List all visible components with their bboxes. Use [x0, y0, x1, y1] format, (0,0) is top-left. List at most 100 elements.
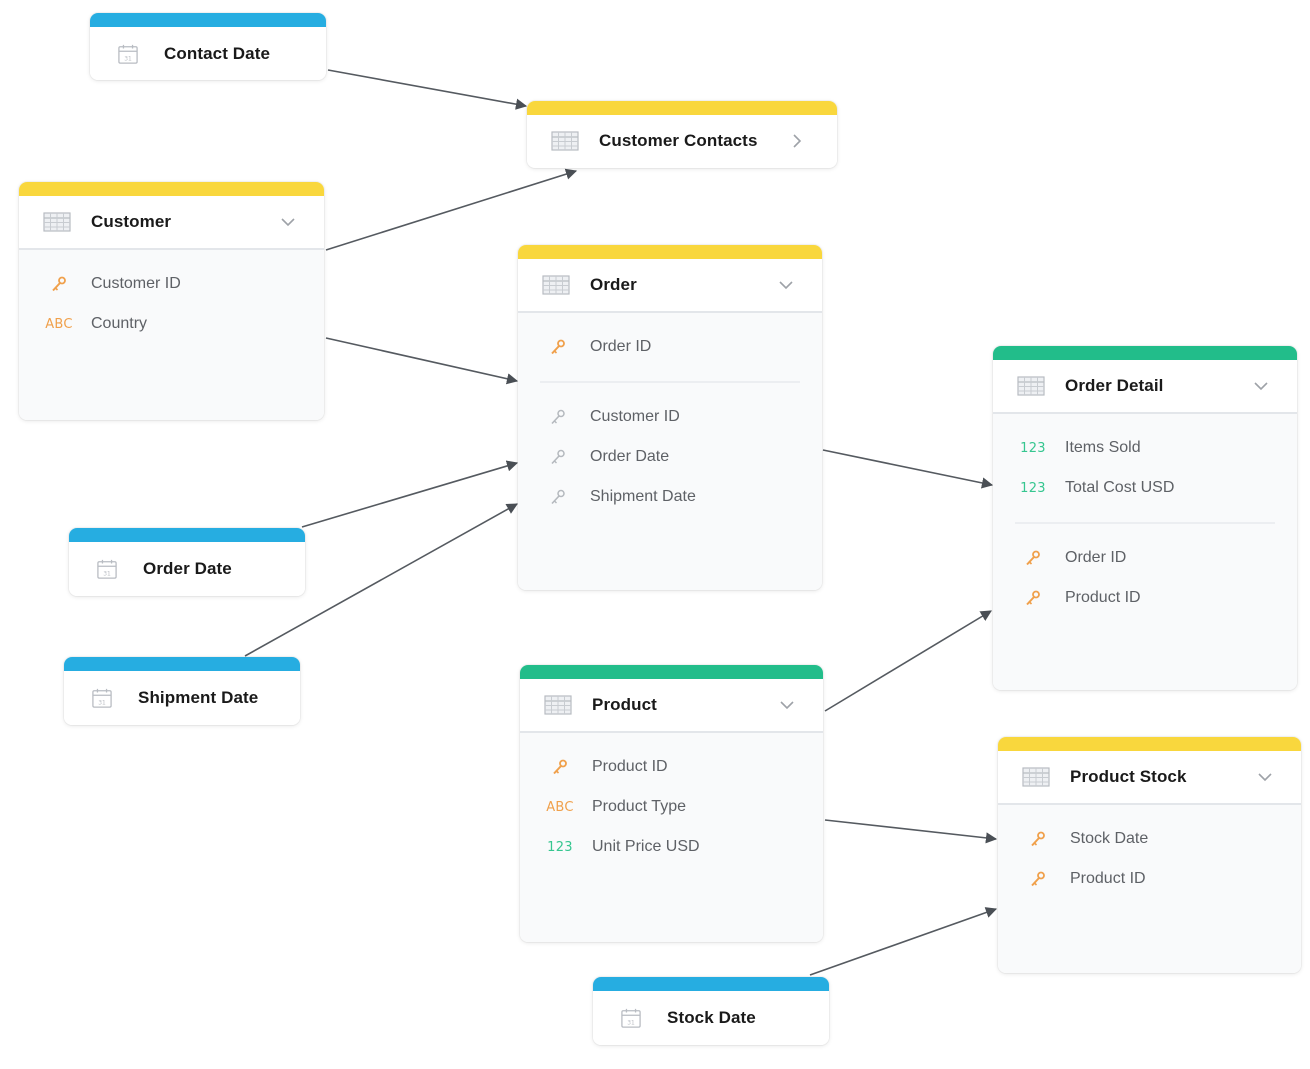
- field-row[interactable]: 123 Total Cost USD: [993, 468, 1297, 508]
- field-name: Total Cost USD: [1065, 479, 1175, 496]
- node-color-bar: [520, 665, 823, 679]
- node-header[interactable]: 31 Order Date: [69, 542, 305, 596]
- field-name: Product ID: [1065, 589, 1141, 606]
- node-color-bar: [593, 977, 829, 991]
- date-node-contact-date[interactable]: 31 Contact Date: [90, 13, 326, 80]
- edge-customer-to-order[interactable]: [325, 337, 519, 385]
- field-name: Shipment Date: [590, 488, 696, 505]
- reference-key-icon: [542, 488, 574, 506]
- node-title: Order: [590, 275, 637, 294]
- node-header[interactable]: Customer Contacts: [527, 115, 837, 167]
- dataset-node-customer[interactable]: Customer Customer ID ABC Country: [19, 182, 324, 420]
- field-row[interactable]: ABC Country: [19, 304, 324, 344]
- field-name: Product ID: [1070, 870, 1146, 887]
- dataset-node-order[interactable]: Order Order ID Customer ID Order Date Sh…: [518, 245, 822, 590]
- field-row[interactable]: Product ID: [520, 747, 823, 787]
- dataset-node-order-detail[interactable]: Order Detail 123 Items Sold 123 Total Co…: [993, 346, 1297, 690]
- node-title: Product Stock: [1070, 767, 1187, 786]
- primary-key-icon: [1017, 589, 1049, 607]
- edge-stock-date-to-product-stock[interactable]: [809, 907, 998, 976]
- field-name: Stock Date: [1070, 830, 1149, 847]
- field-list: Product ID ABC Product Type 123 Unit Pri…: [520, 733, 823, 942]
- node-header[interactable]: 31 Contact Date: [90, 27, 326, 80]
- calendar-icon: 31: [621, 1008, 641, 1028]
- node-header[interactable]: Product Stock: [998, 751, 1301, 805]
- field-row[interactable]: Customer ID: [518, 397, 822, 437]
- field-list: Customer ID ABC Country: [19, 250, 324, 420]
- field-list: Order ID Customer ID Order Date Shipment…: [518, 313, 822, 590]
- date-node-order-date[interactable]: 31 Order Date: [69, 528, 305, 596]
- dataset-node-customer-contacts[interactable]: Customer Contacts: [527, 101, 837, 168]
- chevron-down-icon[interactable]: [776, 275, 796, 295]
- field-name: Items Sold: [1065, 439, 1141, 456]
- node-color-bar: [518, 245, 822, 259]
- field-row[interactable]: 123 Items Sold: [993, 428, 1297, 468]
- node-color-bar: [993, 346, 1297, 360]
- node-title: Contact Date: [164, 44, 271, 63]
- chevron-down-icon[interactable]: [278, 212, 298, 232]
- chevron-down-icon[interactable]: [1255, 767, 1275, 787]
- field-name: Customer ID: [590, 408, 680, 425]
- field-separator: [1015, 522, 1275, 524]
- node-header[interactable]: 31 Stock Date: [593, 991, 829, 1045]
- edge-product-to-product-stock[interactable]: [824, 819, 998, 844]
- edge-order-to-order-detail[interactable]: [822, 449, 994, 489]
- node-title: Order Detail: [1065, 376, 1164, 395]
- node-title: Order Date: [143, 559, 232, 578]
- field-row[interactable]: Stock Date: [998, 819, 1301, 859]
- dataset-node-product[interactable]: Product Product ID ABC Product Type 123 …: [520, 665, 823, 942]
- primary-key-icon: [544, 758, 576, 776]
- node-header[interactable]: 31 Shipment Date: [64, 671, 300, 725]
- node-header[interactable]: Order: [518, 259, 822, 313]
- node-title: Product: [592, 695, 657, 714]
- field-name: Country: [91, 315, 148, 332]
- table-icon: [544, 695, 572, 715]
- calendar-icon: 31: [92, 688, 112, 708]
- edge-product-to-order-detail[interactable]: [824, 610, 992, 712]
- field-name: Order ID: [590, 338, 652, 355]
- field-row[interactable]: Order ID: [518, 327, 822, 367]
- field-row[interactable]: Customer ID: [19, 264, 324, 304]
- fact-type-icon: 123: [547, 839, 573, 855]
- svg-text:31: 31: [98, 700, 106, 706]
- node-color-bar: [90, 13, 326, 27]
- calendar-icon: 31: [97, 559, 117, 579]
- field-name: Order Date: [590, 448, 670, 465]
- primary-key-icon: [542, 338, 574, 356]
- date-node-shipment-date[interactable]: 31 Shipment Date: [64, 657, 300, 725]
- field-row[interactable]: Order ID: [993, 538, 1297, 578]
- edge-order-date-to-order[interactable]: [301, 460, 519, 528]
- chevron-down-icon[interactable]: [777, 695, 797, 715]
- table-icon: [1017, 376, 1045, 396]
- node-header[interactable]: Customer: [19, 196, 324, 250]
- edge-contact-date-to-customer-contacts[interactable]: [327, 69, 528, 110]
- field-separator: [540, 381, 800, 383]
- svg-text:31: 31: [627, 1020, 635, 1026]
- fact-type-icon: 123: [1020, 480, 1046, 496]
- primary-key-icon: [1022, 830, 1054, 848]
- chevron-down-icon[interactable]: [1251, 376, 1271, 396]
- field-row[interactable]: Product ID: [993, 578, 1297, 618]
- field-row[interactable]: Shipment Date: [518, 477, 822, 517]
- reference-key-icon: [542, 448, 574, 466]
- chevron-right-icon[interactable]: [787, 131, 807, 151]
- field-row[interactable]: ABC Product Type: [520, 787, 823, 827]
- field-list: 123 Items Sold 123 Total Cost USD Order …: [993, 414, 1297, 690]
- table-icon: [1022, 767, 1050, 787]
- primary-key-icon: [1017, 549, 1049, 567]
- field-row[interactable]: 123 Unit Price USD: [520, 827, 823, 867]
- node-title: Customer Contacts: [599, 131, 758, 150]
- node-title: Shipment Date: [138, 688, 259, 707]
- edge-customer-to-customer-contacts[interactable]: [325, 168, 578, 251]
- node-header[interactable]: Order Detail: [993, 360, 1297, 414]
- date-node-stock-date[interactable]: 31 Stock Date: [593, 977, 829, 1045]
- fact-type-icon: 123: [1020, 440, 1046, 456]
- table-icon: [551, 131, 579, 151]
- node-title: Customer: [91, 212, 172, 231]
- field-row[interactable]: Order Date: [518, 437, 822, 477]
- field-row[interactable]: Product ID: [998, 859, 1301, 899]
- node-color-bar: [19, 182, 324, 196]
- node-color-bar: [998, 737, 1301, 751]
- dataset-node-product-stock[interactable]: Product Stock Stock Date Product ID: [998, 737, 1301, 973]
- node-header[interactable]: Product: [520, 679, 823, 733]
